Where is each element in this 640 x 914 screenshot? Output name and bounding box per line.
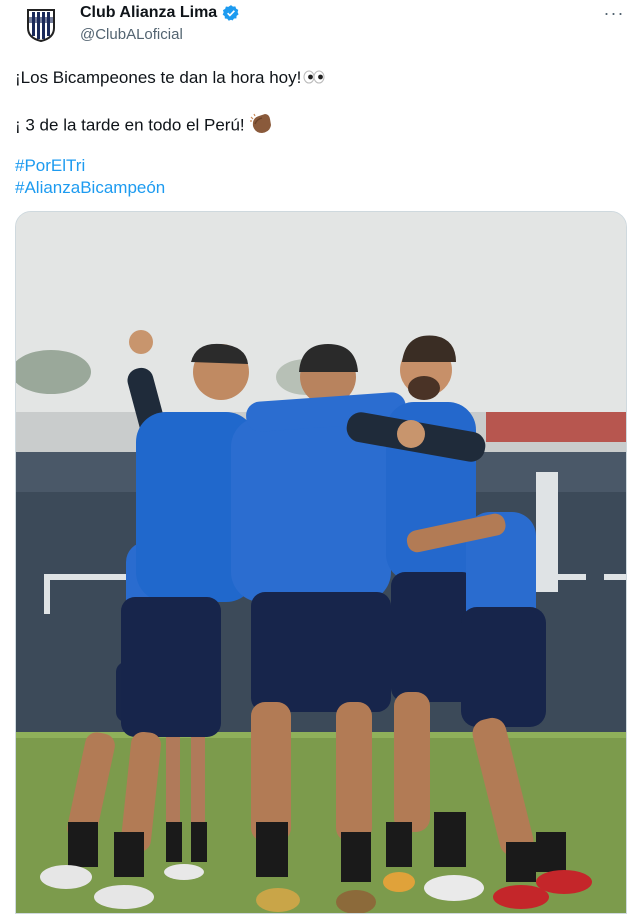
tweet-text-line-1: ¡Los Bicampeones te dan la hora hoy! xyxy=(15,67,325,90)
handle[interactable]: @ClubALoficial xyxy=(80,26,240,43)
author-block: Club Alianza Lima @ClubALoficial xyxy=(80,3,240,43)
clapping-hands-emoji-icon xyxy=(249,112,273,140)
tweet-photo[interactable] xyxy=(15,211,627,914)
tweet-text-2: ¡ 3 de la tarde en todo el Perú! xyxy=(15,115,245,135)
more-options-icon[interactable]: ··· xyxy=(602,4,626,22)
hashtag-line-2: #AlianzaBicampeón xyxy=(15,177,165,199)
hashtag-line-1: #PorElTri xyxy=(15,155,85,177)
team-training-photo xyxy=(16,212,626,913)
tweet-text-line-2: ¡ 3 de la tarde en todo el Perú! xyxy=(15,112,273,140)
name-row: Club Alianza Lima xyxy=(80,3,240,23)
alianza-crest-icon xyxy=(27,9,55,43)
hashtag-link-portri[interactable]: #PorElTri xyxy=(15,156,85,175)
avatar[interactable] xyxy=(26,8,56,43)
display-name[interactable]: Club Alianza Lima xyxy=(80,4,217,22)
hashtag-link-alianza[interactable]: #AlianzaBicampeón xyxy=(15,178,165,197)
verified-badge-icon xyxy=(222,5,239,21)
eyes-emoji-icon xyxy=(303,68,325,90)
tweet-text-1: ¡Los Bicampeones te dan la hora hoy! xyxy=(15,68,302,87)
tweet: Club Alianza Lima @ClubALoficial ··· ¡Lo… xyxy=(0,0,640,914)
